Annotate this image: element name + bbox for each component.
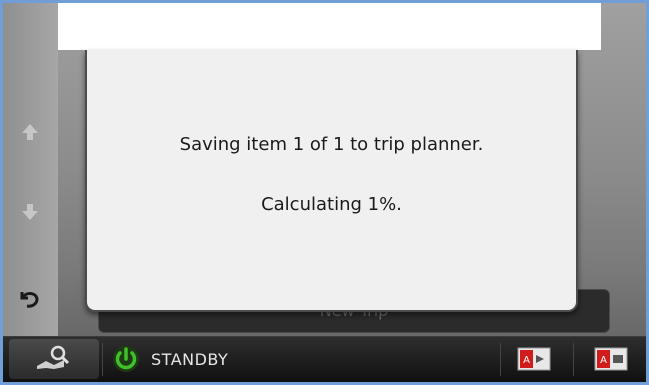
arrow-down-icon[interactable] [11, 193, 49, 231]
bottom-bar: STANDBY A A [3, 336, 646, 382]
dialog-message: Saving item 1 of 1 to trip planner. [179, 134, 484, 155]
header-band [58, 3, 601, 50]
svg-text:A: A [523, 355, 530, 366]
progress-dialog: Saving item 1 of 1 to trip planner. Calc… [85, 50, 578, 312]
divider [573, 343, 574, 376]
back-icon[interactable] [11, 280, 49, 318]
standby-label[interactable]: STANDBY [151, 337, 228, 382]
screen-frame: New Trip Saving item 1 of 1 to trip plan… [0, 0, 649, 385]
map-search-icon [34, 344, 74, 374]
media-source-button[interactable]: A [594, 347, 628, 371]
media-source-icon: A [594, 347, 628, 375]
divider [102, 343, 103, 376]
dialog-progress-text: Calculating 1%. [261, 194, 402, 215]
av-source-icon: A [517, 347, 551, 375]
power-icon[interactable] [111, 344, 141, 374]
svg-text:A: A [600, 355, 607, 366]
divider [500, 343, 501, 376]
map-search-button[interactable] [9, 339, 99, 379]
arrow-up-icon[interactable] [11, 113, 49, 151]
left-rail [3, 3, 58, 338]
av-source-button[interactable]: A [517, 347, 551, 371]
